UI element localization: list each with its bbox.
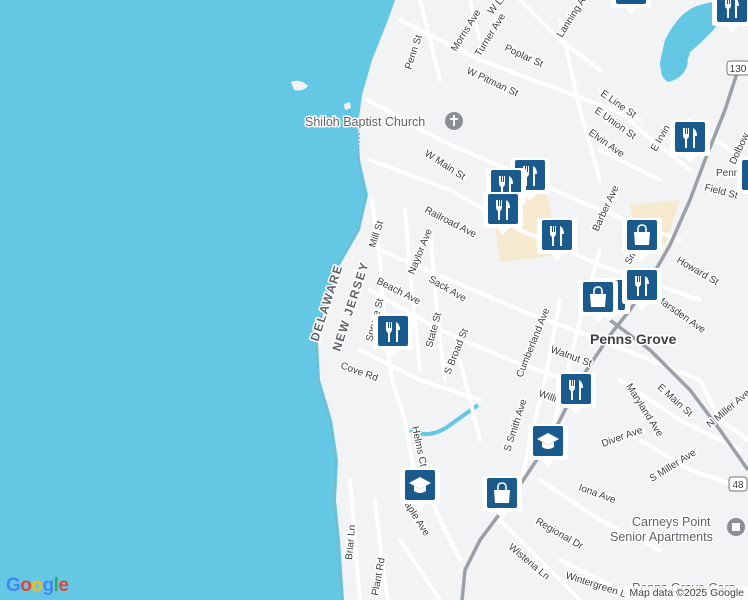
town-label-penns-grove: Penns Grove bbox=[590, 331, 677, 347]
route-48-shield: 48 bbox=[728, 476, 748, 492]
google-logo: Google bbox=[6, 575, 69, 596]
route-130-shield: 130 bbox=[726, 60, 748, 76]
place-label-senior-apartments: Senior Apartments bbox=[610, 530, 713, 544]
place-label-shiloh-baptist-church: Shiloh Baptist Church bbox=[305, 115, 425, 129]
svg-text:130: 130 bbox=[730, 64, 747, 75]
place-label-carneys-point: Carneys Point bbox=[632, 515, 711, 529]
street-label-penn: Penn bbox=[716, 168, 739, 179]
map-canvas[interactable]: Morris Ave Turner Ave W Line St Poplar S… bbox=[0, 0, 748, 600]
church-icon bbox=[445, 112, 463, 130]
apartment-icon bbox=[727, 518, 745, 536]
svg-text:48: 48 bbox=[732, 480, 744, 491]
map-attribution: Map data ©2025 Google bbox=[625, 586, 748, 600]
